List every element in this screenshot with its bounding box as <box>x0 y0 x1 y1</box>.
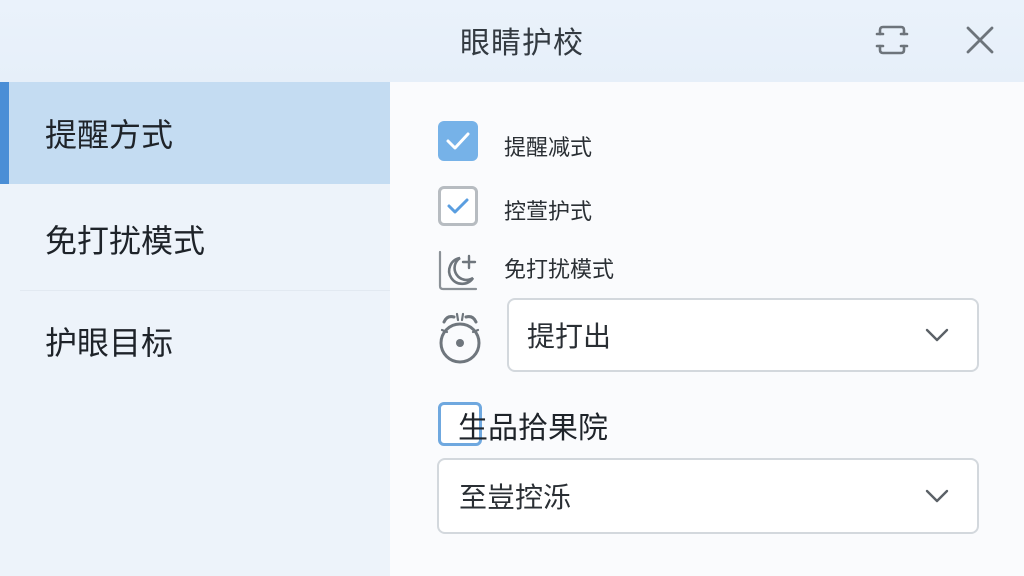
dropdown-value: 至豈控泺 <box>459 481 572 514</box>
chevron-down-icon <box>919 317 955 353</box>
sidebar-item-label: 提醒方式 <box>45 116 174 154</box>
checkmark-icon <box>446 132 470 150</box>
alarm-clock-icon <box>436 308 484 366</box>
window-title: 眼睛护校 <box>460 26 584 61</box>
restore-icon <box>875 25 909 55</box>
close-button[interactable] <box>960 20 1000 60</box>
sidebar-item-do-not-disturb[interactable]: 免打扰模式 <box>0 188 390 290</box>
checkmark-icon <box>447 198 469 214</box>
option-checkbox-1[interactable] <box>438 121 478 161</box>
option-label-2: 控萱护式 <box>504 200 593 225</box>
sidebar-item-label: 护眼目标 <box>45 324 174 362</box>
option-label-3: 免打扰模式 <box>504 258 615 283</box>
option-label-1: 提醒减式 <box>504 136 593 161</box>
target-dropdown[interactable]: 至豈控泺 <box>437 458 979 534</box>
sidebar-item-label: 免打扰模式 <box>45 222 206 260</box>
dropdown-value: 提打出 <box>527 320 612 353</box>
section-label: 生品拾果院 <box>458 411 608 446</box>
reminder-style-dropdown[interactable]: 提打出 <box>507 298 979 372</box>
moon-plus-icon <box>436 246 482 292</box>
settings-panel: 提醒减式 控萱护式 免打扰模式 提打出 生品拾果院 至豈控泺 <box>390 82 1024 576</box>
chevron-down-icon <box>919 478 955 514</box>
sidebar-item-reminder-mode[interactable]: 提醒方式 <box>0 82 390 184</box>
selection-accent <box>0 82 9 184</box>
close-icon <box>966 26 994 54</box>
option-checkbox-2[interactable] <box>438 186 478 226</box>
title-bar: 眼睛护校 <box>0 0 1024 82</box>
sidebar-item-eye-goal[interactable]: 护眼目标 <box>0 290 390 392</box>
restore-button[interactable] <box>872 20 912 60</box>
sidebar: 提醒方式 免打扰模式 护眼目标 <box>0 82 390 576</box>
